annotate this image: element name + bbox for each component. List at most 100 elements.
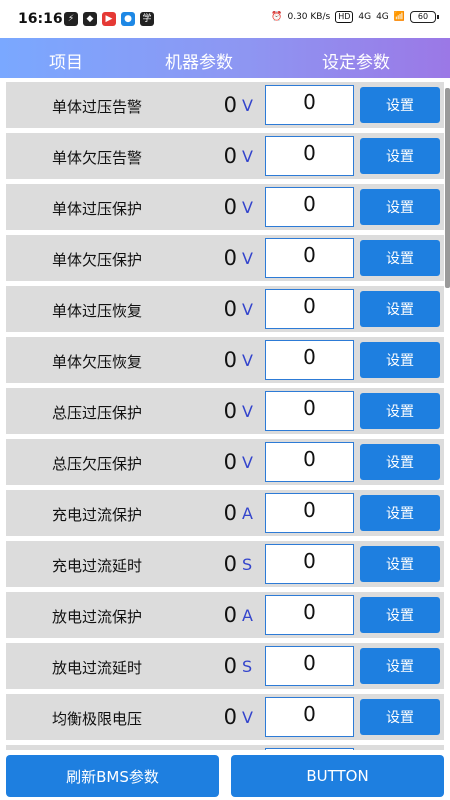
param-machine-value: 0 [223,297,237,321]
param-unit: V [242,708,253,727]
param-set-button[interactable]: 设置 [360,189,440,225]
param-unit: V [242,453,253,472]
param-setting-input[interactable] [265,595,354,635]
param-setting-input[interactable] [265,85,354,125]
status-indicators: ⏰ 0.30 KB/s HD 4G 4G 📶 60 [271,11,439,23]
refresh-bms-button[interactable]: 刷新BMS参数 [6,755,219,797]
param-machine-value: 0 [223,654,237,678]
battery-icon: 60 [410,11,439,23]
param-unit: S [242,555,253,574]
param-setting-input[interactable] [265,136,354,176]
param-setting-input[interactable] [265,646,354,686]
status-bar: 16:16 ⚡ ◆ ▶ ● 学 ⏰ 0.30 KB/s HD 4G 4G 📶 6… [0,0,450,38]
param-label: 总压欠压保护 [52,455,143,473]
param-label: 单体过压恢复 [52,302,143,320]
param-label: 单体欠压保护 [52,251,143,269]
param-row: 总压过压保护 0 V 设置 [6,388,444,434]
param-row: 单体过压告警 0 V 设置 [6,82,444,128]
param-set-button[interactable]: 设置 [360,699,440,735]
wifi-icon: 📶 [393,12,405,22]
scrollbar[interactable] [445,88,450,288]
param-row: 均衡极限电压 0 V 设置 [6,694,444,740]
param-machine-value: 0 [223,501,237,525]
param-label: 单体过压告警 [52,98,143,116]
param-row: 单体欠压恢复 0 V 设置 [6,337,444,383]
param-unit: A [242,606,253,625]
param-machine-value: 0 [223,348,237,372]
param-set-button[interactable]: 设置 [360,444,440,480]
param-machine-value: 0 [223,552,237,576]
param-row: 单体欠压告警 0 V 设置 [6,133,444,179]
table-header: 项目 机器参数 设定参数 [0,38,450,78]
param-setting-input[interactable] [265,442,354,482]
param-row: 总压欠压保护 0 V 设置 [6,439,444,485]
param-row: 放电过流延时 0 S 设置 [6,643,444,689]
param-set-button[interactable]: 设置 [360,87,440,123]
video-app-icon: ▶ [102,12,116,26]
param-label: 充电过流延时 [52,557,143,575]
param-unit: A [242,504,253,523]
param-set-button[interactable]: 设置 [360,648,440,684]
param-machine-value: 0 [223,144,237,168]
param-set-button[interactable]: 设置 [360,393,440,429]
param-label: 充电过流保护 [52,506,143,524]
param-setting-input[interactable] [265,697,354,737]
param-unit: V [242,249,253,268]
param-machine-value: 0 [223,195,237,219]
param-set-button[interactable]: 设置 [360,138,440,174]
param-label: 总压过压保护 [52,404,143,422]
param-machine-value: 0 [223,246,237,270]
browser-app-icon: ● [121,12,135,26]
status-time: 16:16 [18,11,63,27]
param-setting-input[interactable] [265,187,354,227]
param-row: 单体过压保护 0 V 设置 [6,184,444,230]
param-row: 单体过压恢复 0 V 设置 [6,286,444,332]
param-set-button[interactable]: 设置 [360,495,440,531]
param-setting-input[interactable] [265,238,354,278]
param-machine-value: 0 [223,705,237,729]
param-row: 单体欠压保护 0 V 设置 [6,235,444,281]
notification-icons: ⚡ ◆ ▶ ● 学 [64,12,154,26]
study-app-icon: 学 [140,12,154,26]
param-unit: V [242,198,253,217]
header-setting-params: 设定参数 [322,53,390,73]
param-label: 单体欠压恢复 [52,353,143,371]
header-item: 项目 [49,53,83,73]
param-unit: V [242,147,253,166]
param-set-button[interactable]: 设置 [360,240,440,276]
param-label: 放电过流延时 [52,659,143,677]
param-machine-value: 0 [223,603,237,627]
param-set-button[interactable]: 设置 [360,342,440,378]
param-unit: V [242,351,253,370]
signal-4g-icon-2: 4G [376,12,389,22]
param-setting-input[interactable] [265,391,354,431]
header-machine-params: 机器参数 [165,53,233,73]
param-row: 放电过流保护 0 A 设置 [6,592,444,638]
signal-4g-icon: 4G [358,12,372,22]
param-setting-input[interactable] [265,493,354,533]
qq-app-icon: ◆ [83,12,97,26]
param-unit: V [242,96,253,115]
alarm-icon: ⏰ [271,12,283,22]
param-label: 单体欠压告警 [52,149,143,167]
param-set-button[interactable]: 设置 [360,597,440,633]
network-speed: 0.30 KB/s [287,12,331,22]
param-setting-input[interactable] [265,340,354,380]
param-unit: V [242,402,253,421]
param-set-button[interactable]: 设置 [360,291,440,327]
flash-app-icon: ⚡ [64,12,78,26]
param-label: 单体过压保护 [52,200,143,218]
param-machine-value: 0 [223,450,237,474]
generic-button[interactable]: BUTTON [231,755,444,797]
param-machine-value: 0 [223,399,237,423]
param-label: 放电过流保护 [52,608,143,626]
param-unit: S [242,657,253,676]
param-setting-input[interactable] [265,289,354,329]
param-setting-input[interactable] [265,544,354,584]
param-label: 均衡极限电压 [52,710,143,728]
parameter-list[interactable]: 单体过压告警 0 V 设置 单体欠压告警 0 V 设置 单体过压保护 0 V 设… [0,78,450,750]
bottom-bar: 刷新BMS参数 BUTTON [0,750,450,800]
hd-badge: HD [335,11,354,23]
param-set-button[interactable]: 设置 [360,546,440,582]
param-row: 充电过流保护 0 A 设置 [6,490,444,536]
